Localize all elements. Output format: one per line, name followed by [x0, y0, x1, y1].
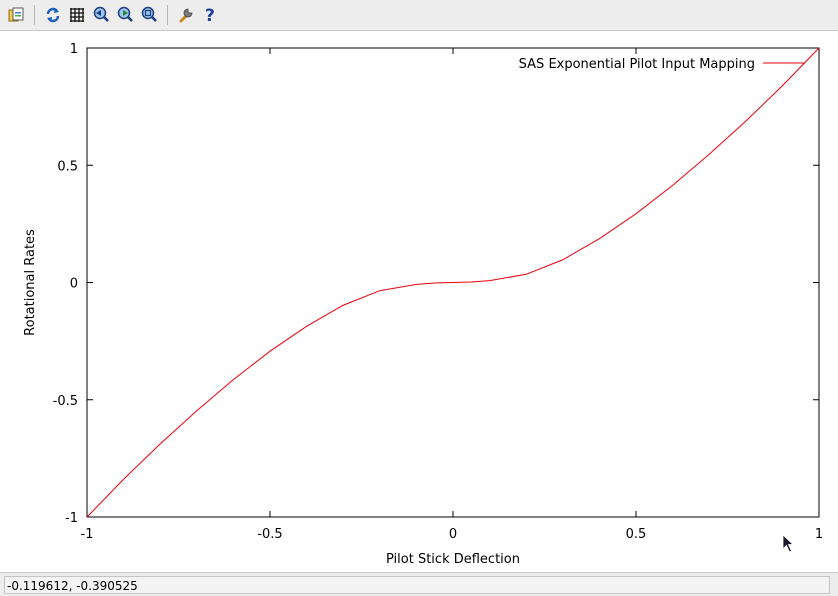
series-line — [86, 47, 820, 518]
copy-clipboard-button[interactable] — [5, 4, 27, 26]
y-tick-label: 0 — [70, 277, 78, 292]
next-zoom-button[interactable] — [114, 4, 136, 26]
status-bar: -0.119612, -0.390525 — [0, 572, 838, 596]
plot-area[interactable]: -1 -0.5 0 0.5 1 -1 -0.5 0 0.5 1 Pilot Stick Defl… — [0, 31, 838, 572]
x-tick-label: 1 — [815, 527, 823, 542]
x-tick-label: -0.5 — [257, 527, 282, 542]
toolbar-separator — [34, 5, 35, 25]
replot-icon — [46, 7, 60, 23]
replot-button[interactable] — [42, 4, 64, 26]
configuration-icon — [179, 8, 193, 23]
y-tick-label: 0.5 — [57, 159, 78, 174]
grid-icon — [70, 8, 84, 22]
x-tick-label: -1 — [81, 527, 94, 542]
y-tick-label: 1 — [70, 42, 78, 57]
legend-label: SAS Exponential Pilot Input Mapping — [519, 57, 755, 72]
mouse-cursor-icon — [782, 534, 795, 553]
copy-clipboard-icon — [8, 7, 24, 22]
previous-zoom-button[interactable] — [90, 4, 112, 26]
autoscale-button[interactable] — [138, 4, 160, 26]
x-tick-label: 0 — [449, 527, 457, 542]
help-icon: ? — [205, 6, 215, 24]
y-tick-label: -1 — [65, 511, 78, 526]
previous-zoom-icon — [93, 6, 109, 22]
next-zoom-icon — [117, 6, 133, 22]
y-tick-label: -0.5 — [53, 394, 78, 409]
mouse-coordinates: -0.119612, -0.390525 — [4, 576, 830, 594]
y-axis-label: Rotational Rates — [23, 229, 38, 336]
help-glyph: ? — [205, 6, 215, 24]
x-axis-label: Pilot Stick Deflection — [386, 552, 520, 567]
toolbar-separator — [167, 5, 168, 25]
chart-canvas[interactable]: -1 -0.5 0 0.5 1 -1 -0.5 0 0.5 1 Pilot Stick Defl… — [0, 31, 838, 572]
configuration-button[interactable] — [175, 4, 197, 26]
grid-button[interactable] — [66, 4, 88, 26]
toolbar: ? — [0, 0, 838, 31]
help-button[interactable]: ? — [199, 4, 221, 26]
x-tick-label: 0.5 — [626, 527, 647, 542]
autoscale-icon — [141, 6, 157, 22]
